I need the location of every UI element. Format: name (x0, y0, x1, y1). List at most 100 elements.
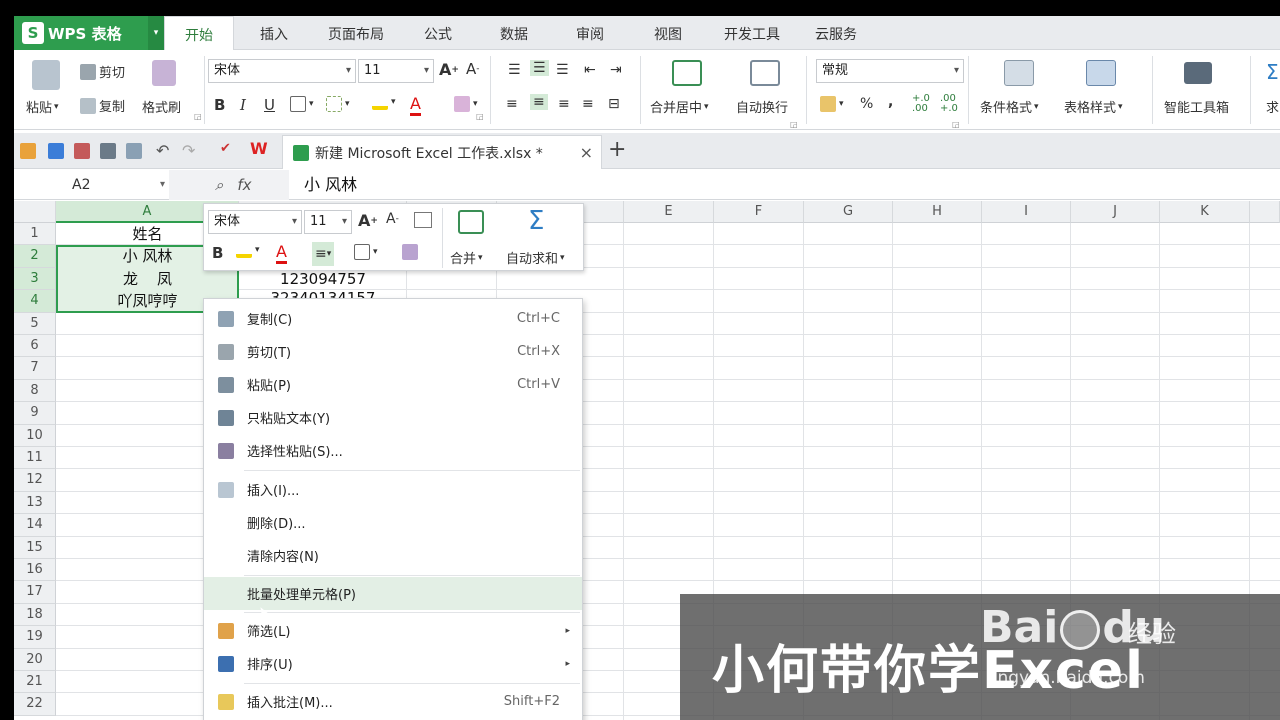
decrease-decimal-button[interactable]: .00 +.0 (940, 94, 958, 114)
tab-cloud[interactable]: 云服务 (804, 16, 868, 50)
tab-page-layout[interactable]: 页面布局 (318, 16, 394, 50)
row-header-14[interactable]: 14 (14, 514, 56, 537)
mini-format-icon[interactable] (414, 212, 432, 228)
column-header-j[interactable]: J (1071, 201, 1160, 223)
cell-a3[interactable]: 龙 凤 (56, 268, 239, 290)
number-format-select[interactable]: 常规 (816, 59, 964, 83)
undo-icon[interactable]: ↶ (156, 141, 169, 160)
number-launcher-icon[interactable]: ◲ (952, 120, 960, 129)
mini-font-size-select[interactable]: 11 (304, 210, 352, 234)
clipboard-launcher-icon[interactable]: ◲ (194, 112, 202, 121)
column-header-f[interactable]: F (714, 201, 804, 223)
format-painter-button[interactable]: 格式刷 (142, 97, 181, 116)
smart-toolbox-button[interactable]: 智能工具箱 (1164, 97, 1229, 116)
print-icon[interactable] (100, 143, 116, 159)
row-header-3[interactable]: 3 (14, 267, 56, 291)
align-middle-button[interactable]: ☰ (530, 60, 549, 76)
tab-data[interactable]: 数据 (486, 16, 542, 50)
row-header-21[interactable]: 21 (14, 671, 56, 694)
row-header-12[interactable]: 12 (14, 469, 56, 492)
font-name-select[interactable]: 宋体 (208, 59, 356, 83)
mini-font-color-button[interactable]: A (276, 242, 287, 264)
menu-item-clear-contents[interactable]: 清除内容(N) (204, 539, 582, 572)
percent-button[interactable]: % (860, 96, 873, 112)
borders-button[interactable]: ▾ (290, 96, 314, 112)
clear-format-button[interactable]: ▾ (454, 96, 478, 112)
row-header-8[interactable]: 8 (14, 379, 56, 403)
align-left-button[interactable]: ≡ (506, 96, 518, 112)
row-header-16[interactable]: 16 (14, 559, 56, 582)
comma-button[interactable]: , (888, 94, 893, 110)
indent-increase-button[interactable]: ⇥ (610, 62, 622, 78)
currency-button[interactable]: ▾ (820, 96, 844, 112)
menu-item-paste-text[interactable]: 只粘贴文本(Y) (204, 401, 582, 434)
mini-increase-font-button[interactable]: A + (358, 211, 378, 230)
mini-align-center-button[interactable]: ≡ ▾ (312, 242, 335, 266)
font-color-button[interactable]: A (410, 94, 421, 116)
menu-item-paste-special[interactable]: 选择性粘贴(S)... (204, 434, 582, 467)
new-tab-button[interactable]: + (608, 137, 626, 162)
row-header-22[interactable]: 22 (14, 693, 56, 716)
underline-button[interactable]: U (264, 96, 275, 114)
document-tab[interactable]: 新建 Microsoft Excel 工作表.xlsx * × (282, 135, 602, 169)
tab-home[interactable]: 开始 (164, 16, 234, 51)
mini-fill-color-button[interactable]: ▾ (236, 242, 260, 258)
row-header-6[interactable]: 6 (14, 335, 56, 358)
indent-decrease-button[interactable]: ⇤ (584, 62, 596, 78)
redo-icon[interactable]: ↷ (182, 141, 195, 160)
justify-button[interactable]: ≡ (582, 96, 594, 112)
mini-bold-button[interactable]: B (212, 244, 223, 262)
mini-format-painter-button[interactable] (402, 244, 421, 260)
mini-borders-button[interactable]: ▾ (354, 244, 378, 260)
tab-developer[interactable]: 开发工具 (714, 16, 790, 50)
row-header-4[interactable]: 4 (14, 290, 56, 313)
open-icon[interactable] (20, 143, 36, 159)
cut-button[interactable]: 剪切 (80, 62, 125, 81)
tab-review[interactable]: 审阅 (562, 16, 618, 50)
row-header-19[interactable]: 19 (14, 626, 56, 649)
menu-item-delete[interactable]: 删除(D)... (204, 506, 582, 539)
row-header-7[interactable]: 7 (14, 357, 56, 380)
app-menu-chevron-icon[interactable]: ▾ (148, 16, 164, 50)
sum-button[interactable]: 求 (1266, 97, 1279, 116)
menu-item-batch-process[interactable]: 批量处理单元格(P) (204, 577, 582, 610)
cell-b4[interactable]: 32340134157 (239, 287, 407, 298)
alignment-launcher-icon[interactable]: ◲ (790, 120, 798, 129)
row-header-13[interactable]: 13 (14, 491, 56, 515)
row-header-1[interactable]: 1 (14, 223, 56, 246)
column-header-h[interactable]: H (893, 201, 982, 223)
menu-item-sort[interactable]: 排序(U) ▸ (204, 647, 582, 680)
distributed-button[interactable]: ⊟ (608, 96, 620, 112)
conditional-format-button[interactable]: 条件格式 ▾ (980, 97, 1039, 116)
mini-merge-button[interactable]: 合并 ▾ (450, 248, 483, 267)
font-launcher-icon[interactable]: ◲ (476, 112, 484, 121)
decrease-font-button[interactable]: A- (466, 60, 480, 78)
mini-autosum-button[interactable]: 自动求和 ▾ (506, 248, 565, 267)
italic-button[interactable]: I (240, 96, 246, 114)
copy-button[interactable]: 复制 (80, 96, 125, 115)
column-header-k[interactable]: K (1160, 201, 1250, 223)
tab-insert[interactable]: 插入 (242, 16, 306, 50)
print-preview-icon[interactable] (126, 143, 142, 159)
wrap-text-button[interactable]: 自动换行 (736, 97, 788, 116)
align-top-button[interactable]: ☰ (508, 62, 521, 78)
menu-item-insert-comment[interactable]: 插入批注(M)... Shift+F2 (204, 685, 582, 718)
menu-item-paste[interactable]: 粘贴(P) Ctrl+V (204, 368, 582, 401)
cell-style-button[interactable]: ▾ (326, 96, 350, 112)
row-header-20[interactable]: 20 (14, 648, 56, 671)
row-header-2[interactable]: 2 (14, 245, 56, 268)
paste-button[interactable]: 粘贴 ▾ (26, 97, 59, 116)
row-header-5[interactable]: 5 (14, 312, 56, 335)
customize-icon[interactable]: ✔ (220, 141, 231, 156)
align-right-button[interactable]: ≡ (558, 96, 570, 112)
row-header-15[interactable]: 15 (14, 536, 56, 559)
row-header-17[interactable]: 17 (14, 581, 56, 604)
row-header-9[interactable]: 9 (14, 402, 56, 425)
increase-font-button[interactable]: A + (439, 60, 459, 79)
menu-item-cut[interactable]: 剪切(T) Ctrl+X (204, 335, 582, 368)
export-pdf-icon[interactable] (74, 143, 90, 159)
font-size-select[interactable]: 11 (358, 59, 434, 83)
row-header-10[interactable]: 10 (14, 424, 56, 447)
formula-input[interactable]: 小 风林 (304, 173, 357, 197)
align-bottom-button[interactable]: ☰ (556, 62, 569, 78)
